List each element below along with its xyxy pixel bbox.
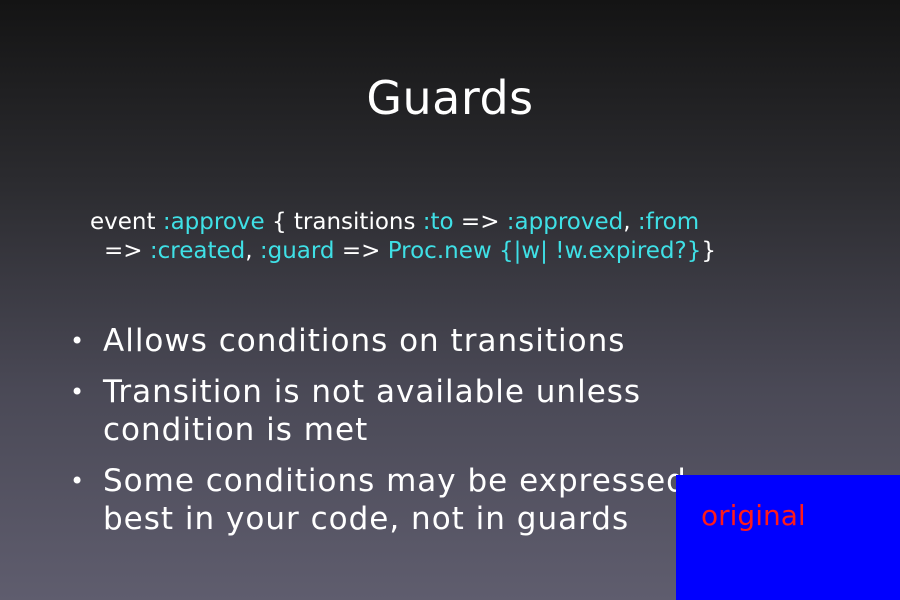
bullet-text: Allows conditions on transitions [103, 323, 626, 359]
code-line-2: => :created, :guard => Proc.new {|w| !w.… [90, 237, 830, 266]
bullet-item: • Allows conditions on transitions [70, 322, 710, 360]
bullet-text: Some conditions may be expressed [103, 463, 687, 499]
code-text: , [245, 238, 260, 264]
slide: Guards event :approve { transitions :to … [0, 0, 900, 600]
code-symbol: :guard [259, 238, 335, 264]
code-symbol: :approve [162, 209, 265, 235]
original-label: original [701, 499, 806, 532]
code-text: => [453, 209, 507, 235]
code-text: } [701, 238, 716, 264]
code-symbol: :created [149, 238, 246, 264]
code-symbol: :from [637, 209, 700, 235]
code-text: { transitions [264, 209, 423, 235]
bullet-text: Transition is not available unless [103, 374, 642, 410]
bullet-list: • Allows conditions on transitions • Transi… [70, 322, 710, 551]
bullet-marker: • [70, 378, 86, 406]
code-symbol: :to [422, 209, 454, 235]
code-snippet: event :approve { transitions :to => :app… [90, 208, 830, 266]
code-text: => [334, 238, 388, 264]
bullet-item: • Some conditions may be expressed best in… [70, 462, 710, 538]
code-text: => [104, 238, 150, 264]
code-symbol: :approved [506, 209, 624, 235]
code-text: event [90, 209, 163, 235]
bullet-text: best in your code, not in guards [103, 501, 630, 537]
bullet-text: condition is met [103, 412, 369, 448]
bullet-marker: • [70, 327, 86, 355]
code-line-1: event :approve { transitions :to => :app… [90, 209, 699, 235]
code-text: , [623, 209, 638, 235]
bullet-item: • Transition is not available unless condi… [70, 373, 710, 449]
code-symbol: Proc.new {|w| !w.expired?} [387, 238, 702, 264]
bullet-marker: • [70, 467, 86, 495]
slide-title: Guards [366, 71, 534, 125]
original-badge: original [676, 475, 900, 600]
